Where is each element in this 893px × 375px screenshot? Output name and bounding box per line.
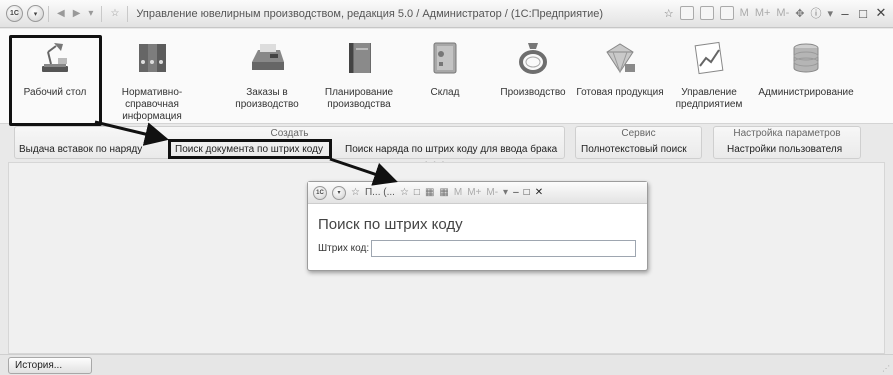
- command-groups: Создать Выдача вставок по наряду Поиск д…: [14, 126, 880, 160]
- title-bar: 1С ▾ ◀ ▶ ▾ ☆ Управление ювелирным произв…: [0, 0, 893, 28]
- favorites-star-icon[interactable]: ☆: [110, 8, 119, 19]
- dialog-dropdown-icon[interactable]: ▾: [503, 187, 508, 198]
- command-search-order-barcode-defect[interactable]: Поиск наряда по штрих коду для ввода бра…: [345, 143, 557, 156]
- fax-icon: [252, 44, 284, 70]
- dialog-memory-m-button[interactable]: M: [454, 187, 462, 198]
- ring-icon: [519, 43, 547, 74]
- section-label: Готовая продукция: [576, 87, 664, 98]
- barcode-search-dialog: 1С ▾ ☆ П... (... ☆ □ ▦ ▦ M M+ M- ▾ – □ ✕…: [307, 181, 648, 271]
- section-orders[interactable]: Заказы в производство: [222, 29, 312, 124]
- back-arrow-icon[interactable]: ◀: [57, 8, 65, 19]
- section-label: Планирование производства: [324, 87, 394, 110]
- dialog-add-favorite-icon[interactable]: ☆: [400, 187, 409, 198]
- calendar-icon[interactable]: [719, 6, 734, 20]
- dialog-minimize-button[interactable]: –: [513, 187, 519, 198]
- database-icon: [793, 43, 819, 73]
- dialog-menu-icon[interactable]: ▾: [332, 185, 346, 200]
- dialog-title-short: П... (...: [364, 187, 395, 198]
- section-label: Склад: [430, 87, 460, 98]
- dialog-copy-icon[interactable]: ▦: [425, 187, 434, 198]
- safe-icon: [433, 42, 457, 74]
- section-label: Нормативно-справочная информация: [121, 87, 183, 122]
- divider: [127, 5, 129, 22]
- section-finished-goods[interactable]: Готовая продукция: [575, 29, 665, 124]
- command-highlight-frame: [168, 139, 332, 159]
- section-label: Администрирование: [758, 87, 854, 98]
- copy-icon[interactable]: [699, 6, 714, 20]
- command-user-settings[interactable]: Настройки пользователя: [727, 143, 842, 156]
- dialog-logo-icon[interactable]: 1С: [313, 185, 327, 200]
- dialog-memory-m-minus-button[interactable]: M-: [486, 187, 498, 198]
- app-logo-icon[interactable]: 1С: [6, 5, 23, 22]
- section-production[interactable]: Производство: [488, 29, 578, 124]
- barcode-label: Штрих код:: [318, 243, 370, 254]
- memory-m-minus-button[interactable]: M-: [776, 7, 789, 19]
- maximize-button[interactable]: □: [857, 6, 869, 21]
- dialog-heading: Поиск по штрих коду: [318, 216, 463, 233]
- binders-icon: [139, 44, 166, 72]
- dropdown-icon[interactable]: ▾: [827, 7, 833, 20]
- divider: [48, 5, 49, 22]
- dialog-calendar-icon[interactable]: ▦: [439, 187, 448, 198]
- section-reference[interactable]: Нормативно-справочная информация: [103, 29, 201, 124]
- section-management[interactable]: Управление предприятием: [664, 29, 754, 124]
- divider: [101, 5, 103, 22]
- jewelry-icon: [606, 43, 635, 74]
- history-button[interactable]: История...: [8, 357, 92, 374]
- footer-bar: История... ⋰: [0, 354, 893, 375]
- group-settings: Настройка параметров Настройки пользоват…: [713, 126, 861, 159]
- command-issue-inserts[interactable]: Выдача вставок по наряду: [19, 143, 142, 156]
- section-label: Заказы в производство: [235, 87, 299, 110]
- close-button[interactable]: ✕: [875, 5, 887, 21]
- tools-icon[interactable]: ✥: [795, 7, 804, 20]
- dialog-favorite-icon[interactable]: ☆: [351, 187, 360, 198]
- add-favorite-icon[interactable]: ☆: [664, 7, 674, 20]
- section-warehouse[interactable]: Склад: [400, 29, 490, 124]
- dialog-title-bar: 1С ▾ ☆ П... (... ☆ □ ▦ ▦ M M+ M- ▾ – □ ✕: [308, 182, 647, 204]
- resize-grip-icon[interactable]: ⋰: [882, 364, 890, 373]
- main-menu-icon[interactable]: ▾: [27, 5, 44, 22]
- group-title: Сервис: [621, 128, 656, 139]
- minimize-button[interactable]: –: [839, 6, 851, 21]
- group-service: Сервис Полнотекстовый поиск: [575, 126, 702, 159]
- sections-panel: Рабочий стол Нормативно-справочная инфор…: [0, 29, 893, 124]
- dialog-maximize-button[interactable]: □: [524, 187, 530, 198]
- command-full-text-search[interactable]: Полнотекстовый поиск: [581, 143, 687, 156]
- title-bar-tools: ☆ M M+ M- ✥ ⓘ ▾ – □ ✕: [664, 5, 887, 21]
- dialog-home-icon[interactable]: □: [414, 187, 420, 198]
- memory-m-plus-button[interactable]: M+: [755, 7, 771, 19]
- forward-arrow-icon[interactable]: ▶: [73, 8, 81, 19]
- memory-m-button[interactable]: M: [740, 7, 749, 19]
- dialog-memory-m-plus-button[interactable]: M+: [467, 187, 481, 198]
- chart-icon: [694, 41, 724, 75]
- section-planning[interactable]: Планирование производства: [314, 29, 404, 124]
- home-page-icon[interactable]: [679, 6, 694, 20]
- barcode-field-row: Штрих код:: [318, 240, 637, 257]
- section-administration[interactable]: Администрирование: [751, 29, 861, 124]
- info-icon[interactable]: ⓘ: [810, 5, 821, 21]
- group-title: Настройка параметров: [733, 128, 841, 139]
- window-title: Управление ювелирным производством, реда…: [136, 7, 604, 20]
- section-label: Управление предприятием: [675, 87, 743, 110]
- barcode-input[interactable]: [371, 240, 637, 257]
- desktop-highlight-frame: [9, 35, 102, 126]
- history-dropdown-icon[interactable]: ▾: [88, 8, 93, 19]
- book-icon: [349, 43, 371, 73]
- section-label: Производство: [500, 87, 566, 98]
- dialog-close-button[interactable]: ✕: [535, 187, 543, 198]
